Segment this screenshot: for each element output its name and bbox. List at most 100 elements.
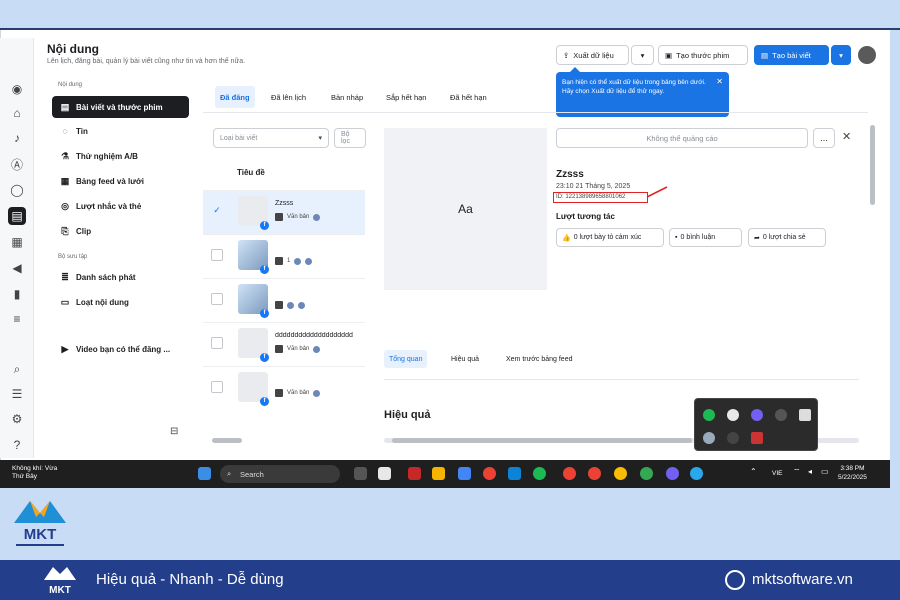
wifi-icon[interactable]: ⌔ xyxy=(793,467,806,480)
nav-item-series[interactable]: ▭ Loạt nội dung xyxy=(52,291,189,313)
more-options-button[interactable]: ... xyxy=(813,128,835,148)
chrome-icon[interactable] xyxy=(483,467,496,480)
search-icon[interactable]: ⌕ xyxy=(8,360,26,378)
tab-scheduled[interactable]: Đã lên lịch xyxy=(266,86,311,108)
tab-overview[interactable]: Tổng quan xyxy=(384,350,428,368)
spotify-app-icon[interactable] xyxy=(533,467,546,480)
tab-performance[interactable]: Hiệu quả xyxy=(446,350,484,368)
calendar-icon[interactable]: ▦ xyxy=(8,233,26,251)
checkbox[interactable] xyxy=(211,293,223,305)
tab-published[interactable]: Đã đăng xyxy=(215,86,255,108)
boost-button-disabled[interactable]: Không thể quảng cáo xyxy=(556,128,808,148)
megaphone-icon[interactable]: ◀ xyxy=(8,259,26,277)
taskbar-clock[interactable]: 3:38 PM 5/22/2025 xyxy=(838,464,867,482)
create-post-dropdown-button[interactable]: ▾ xyxy=(831,45,851,65)
insights-icon[interactable]: ▮ xyxy=(8,285,26,303)
pen-icon[interactable] xyxy=(775,409,787,421)
spotify-icon[interactable] xyxy=(703,409,715,421)
nav-item-stories[interactable]: ◌ Tin xyxy=(52,120,189,142)
interactions-heading: Lượt tương tác xyxy=(556,212,615,221)
checkbox-checked[interactable]: ✓ xyxy=(211,205,223,217)
table-row[interactable]: f 1 xyxy=(203,234,365,278)
table-row[interactable]: f xyxy=(203,278,365,322)
table-row[interactable]: f Văn bản xyxy=(203,366,365,410)
help-icon[interactable]: ? xyxy=(8,436,26,454)
nav-item-posts-reels[interactable]: ▤ Bài viết và thước phim xyxy=(52,96,189,118)
playlist-icon: ≣ xyxy=(61,271,69,282)
create-reel-button[interactable]: ▣ Tạo thước phim xyxy=(658,45,748,65)
chrome-profile-icon[interactable] xyxy=(614,467,627,480)
brand-website[interactable]: mktsoftware.vn xyxy=(752,571,853,588)
nav-item-mentions-tags[interactable]: ◎ Lượt nhắc và thẻ xyxy=(52,195,189,217)
tab-expired[interactable]: Đã hết hạn xyxy=(445,86,492,108)
chat-icon[interactable]: ◯ xyxy=(8,181,26,199)
windows-start-icon[interactable] xyxy=(198,467,211,480)
telegram-app-icon[interactable] xyxy=(690,467,703,480)
post-preview: Aa xyxy=(384,128,547,290)
viber-app-icon[interactable] xyxy=(666,467,679,480)
tab-expiring[interactable]: Sắp hết hạn xyxy=(381,86,431,108)
list-icon[interactable]: ☰ xyxy=(8,385,26,403)
chrome-profile-icon[interactable] xyxy=(588,467,601,480)
chrome-profile-icon[interactable] xyxy=(640,467,653,480)
collapse-panel-icon[interactable]: ⊟ xyxy=(170,426,178,437)
post-meta: Văn bản xyxy=(275,213,321,221)
chrome-tray-icon[interactable] xyxy=(727,409,739,421)
post-type-select[interactable]: Loại bài viết ▾ xyxy=(213,128,329,148)
avatar[interactable] xyxy=(858,46,876,64)
table-row[interactable]: ✓ f Zzsss Văn bản xyxy=(203,190,365,234)
viber-icon[interactable] xyxy=(751,409,763,421)
nav-item-ab-test[interactable]: ⚗ Thử nghiệm A/B xyxy=(52,145,189,167)
table-row[interactable]: f dddddddddddddddddddd Văn bản xyxy=(203,322,365,366)
tab-drafts[interactable]: Bản nháp xyxy=(326,86,368,108)
reactions-button[interactable]: 👍 0 lượt bày tỏ cảm xúc xyxy=(556,228,664,247)
facebook-icon: f xyxy=(260,309,269,318)
chrome-profile-icon[interactable] xyxy=(563,467,576,480)
home-icon[interactable]: ⌂ xyxy=(8,104,26,122)
weather-widget[interactable]: Không khí: Vừa Thứ Bảy xyxy=(12,465,57,481)
cloud-icon[interactable] xyxy=(727,432,739,444)
battery-icon[interactable]: ▭ xyxy=(821,467,834,480)
svg-text:MKT: MKT xyxy=(24,526,57,543)
export-data-button[interactable]: ⇪ Xuất dữ liệu xyxy=(556,45,629,65)
checkbox[interactable] xyxy=(211,249,223,261)
nav-item-feed-grid[interactable]: ▦ Bảng feed và lưới xyxy=(52,170,189,192)
app-icon[interactable] xyxy=(408,467,421,480)
calendar-app-icon[interactable] xyxy=(378,467,391,480)
nav-item-clips[interactable]: ⎘ Clip xyxy=(52,220,189,242)
chevron-up-icon[interactable]: ⌃ xyxy=(750,467,763,480)
telegram-icon[interactable] xyxy=(799,409,811,421)
taskbar-search[interactable]: ⌕ Search xyxy=(220,465,340,483)
export-dropdown-button[interactable]: ▾ xyxy=(631,45,654,65)
edge-icon[interactable] xyxy=(508,467,521,480)
comments-button[interactable]: ▪ 0 bình luận xyxy=(669,228,742,247)
photos-icon[interactable] xyxy=(458,467,471,480)
app-tray-icon[interactable] xyxy=(751,432,763,444)
table-horizontal-scrollbar[interactable] xyxy=(212,438,242,443)
icon-rail: ◉ ⌂ ♪ Ⓐ ◯ ▤ ▦ ◀ ▮ ≡ ⌕ ☰ ⚙ ? xyxy=(0,38,34,458)
shares-button[interactable]: ➦ 0 lượt chia sẻ xyxy=(748,228,826,247)
detail-vertical-scrollbar[interactable] xyxy=(870,125,875,205)
checkbox[interactable] xyxy=(211,381,223,393)
bell-icon[interactable]: ♪ xyxy=(8,129,26,147)
tab-feed-preview[interactable]: Xem trước bảng feed xyxy=(501,350,577,368)
windows-taskbar: Không khí: Vừa Thứ Bảy ⌕ Search ⌃ VIE ⌔ … xyxy=(0,460,890,488)
language-indicator[interactable]: VIE xyxy=(772,470,782,477)
close-detail-icon[interactable]: ✕ xyxy=(842,130,851,143)
account-avatar-icon[interactable]: ◉ xyxy=(8,80,26,98)
task-view-icon[interactable] xyxy=(354,467,367,480)
volume-icon[interactable]: ◂ xyxy=(808,467,821,480)
nav-item-eligible-videos[interactable]: ▶ Video bạn có thể đăng ... xyxy=(52,338,189,360)
content-icon[interactable]: ▤ xyxy=(8,207,26,225)
menu-icon[interactable]: ≡ xyxy=(8,310,26,328)
gear-icon[interactable]: ⚙ xyxy=(8,410,26,428)
nav-item-playlists[interactable]: ≣ Danh sách phát xyxy=(52,266,189,288)
export-icon: ⇪ xyxy=(563,50,570,60)
checkbox[interactable] xyxy=(211,337,223,349)
network-tray-icon[interactable] xyxy=(703,432,715,444)
filter-button[interactable]: Bộ lọc xyxy=(334,128,366,148)
create-post-button[interactable]: ▤ Tạo bài viết xyxy=(754,45,829,65)
detail-post-title: Zzsss xyxy=(556,169,584,180)
ads-icon[interactable]: Ⓐ xyxy=(8,155,26,173)
file-explorer-icon[interactable] xyxy=(432,467,445,480)
